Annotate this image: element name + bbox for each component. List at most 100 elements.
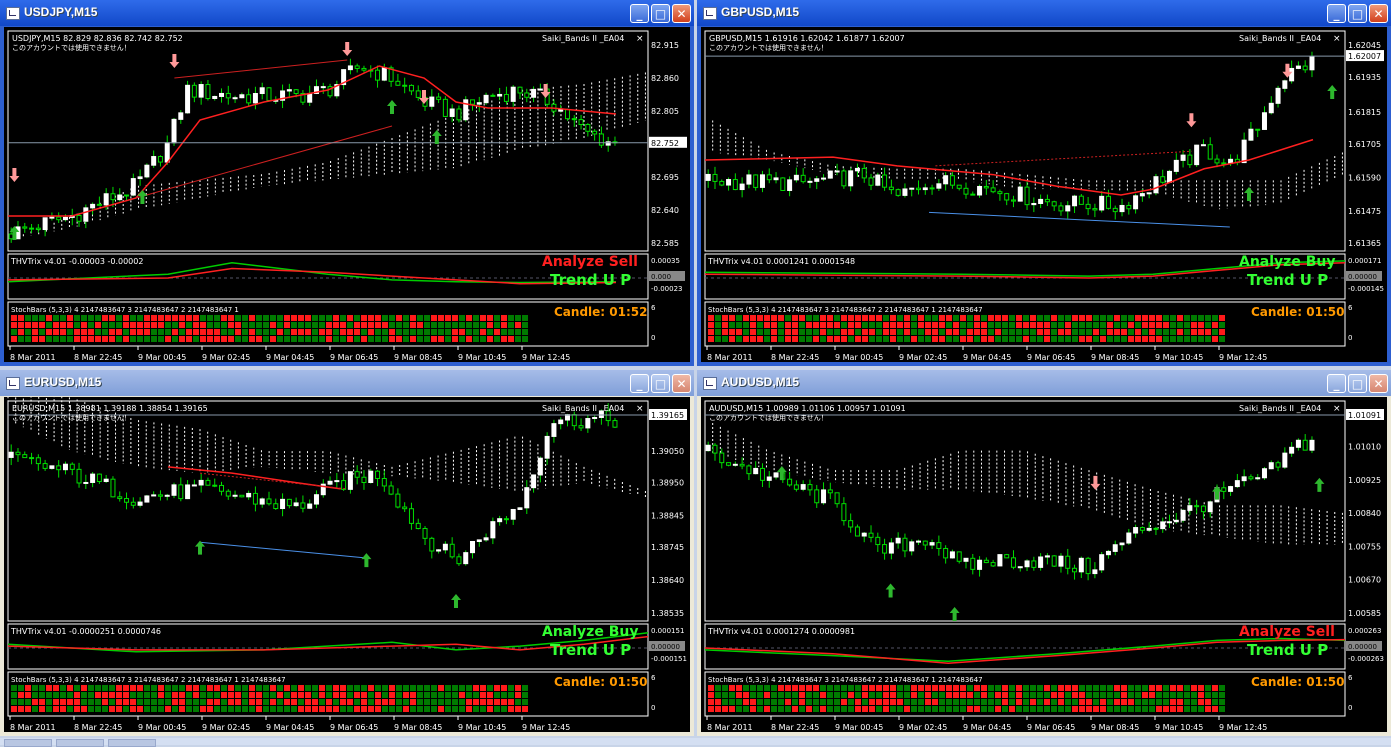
- close-button[interactable]: ✕: [1369, 374, 1388, 393]
- candle-body: [490, 521, 496, 539]
- taskbar-button[interactable]: [56, 739, 104, 747]
- candle-body: [286, 498, 292, 507]
- stoch-cell: [508, 699, 514, 705]
- stoch-cell: [1086, 685, 1092, 691]
- stoch-cell: [354, 329, 360, 335]
- stoch-cell: [298, 685, 304, 691]
- candle-body: [868, 532, 874, 538]
- stoch-cell: [305, 329, 311, 335]
- chart-area[interactable]: EURUSD,M15 1.38981 1.39188 1.38854 1.391…: [4, 397, 690, 732]
- stoch-cell: [1051, 315, 1057, 321]
- candle-body: [164, 142, 170, 163]
- stoch-cell: [18, 706, 24, 712]
- stoch-cell: [785, 685, 791, 691]
- close-button[interactable]: ✕: [672, 374, 691, 393]
- stoch-cell: [214, 329, 220, 335]
- audusd-window[interactable]: AUDUSD,M15 _ □ ✕ AUDUSD,M15 1.00989 1.0110…: [697, 370, 1391, 736]
- chart-area[interactable]: AUDUSD,M15 1.00989 1.01106 1.00957 1.010…: [701, 397, 1387, 732]
- eurusd-chart[interactable]: EURUSD,M15 1.38981 1.39188 1.38854 1.391…: [4, 397, 690, 732]
- chart-area[interactable]: GBPUSD,M15 1.61916 1.62042 1.61877 1.620…: [701, 27, 1387, 362]
- stoch-cell: [151, 329, 157, 335]
- taskbar-button[interactable]: [4, 739, 52, 747]
- stoch-cell: [1002, 322, 1008, 328]
- stoch-cell: [319, 692, 325, 698]
- gbpusd-window[interactable]: GBPUSD,M15 _ □ ✕ GBPUSD,M15 1.61916 1.6204…: [697, 0, 1391, 366]
- candle-body: [882, 174, 888, 188]
- stoch-cell: [736, 336, 742, 342]
- stoch-cell: [743, 685, 749, 691]
- stoch-cell: [1212, 685, 1218, 691]
- stoch-cell: [151, 685, 157, 691]
- stoch-cell: [1065, 315, 1071, 321]
- usdjpy-window[interactable]: USDJPY,M15 _ □ ✕ USDJPY,M15 82.829 82.836 …: [0, 0, 694, 366]
- title-bar[interactable]: EURUSD,M15 _ □ ✕: [0, 370, 694, 396]
- chart-area[interactable]: USDJPY,M15 82.829 82.836 82.742 82.752 この…: [4, 27, 690, 362]
- stoch-cell: [466, 315, 472, 321]
- candle-body: [909, 541, 915, 552]
- candle-body: [69, 463, 75, 470]
- symbol-info: USDJPY,M15 82.829 82.836 82.742 82.752: [12, 34, 183, 43]
- stoch-cell: [389, 329, 395, 335]
- stoch-cell: [771, 329, 777, 335]
- close-button[interactable]: ✕: [672, 4, 691, 23]
- stoch-cell: [897, 706, 903, 712]
- maximize-button[interactable]: □: [1348, 4, 1367, 23]
- maximize-button[interactable]: □: [651, 374, 670, 393]
- candle-body: [739, 183, 745, 191]
- usdjpy-chart[interactable]: USDJPY,M15 82.829 82.836 82.742 82.752この…: [4, 27, 690, 362]
- gbpusd-chart[interactable]: GBPUSD,M15 1.61916 1.62042 1.61877 1.620…: [701, 27, 1387, 362]
- candle-body: [1289, 67, 1295, 82]
- stoch-cell: [32, 706, 38, 712]
- stoch-scale: 6: [1348, 304, 1353, 312]
- stoch-cell: [1051, 329, 1057, 335]
- stoch-cell: [967, 692, 973, 698]
- stoch-cell: [953, 692, 959, 698]
- analyze-signal: Analyze Sell: [542, 254, 638, 270]
- stoch-cell: [799, 685, 805, 691]
- stoch-cell: [974, 692, 980, 698]
- time-label: 9 Mar 06:45: [330, 723, 378, 732]
- stoch-cell: [207, 322, 213, 328]
- candle-body: [1309, 439, 1315, 451]
- candle-body: [83, 481, 89, 484]
- maximize-button[interactable]: □: [651, 4, 670, 23]
- stoch-cell: [722, 692, 728, 698]
- stoch-cell: [459, 336, 465, 342]
- candle-body: [259, 87, 265, 95]
- stoch-cell: [946, 336, 952, 342]
- stoch-cell: [214, 699, 220, 705]
- candle-body: [1268, 102, 1274, 114]
- stoch-cell: [1044, 699, 1050, 705]
- stoch-cell: [1107, 322, 1113, 328]
- title-bar[interactable]: GBPUSD,M15 _ □ ✕: [697, 0, 1391, 26]
- stoch-cell: [382, 336, 388, 342]
- taskbar-button[interactable]: [108, 739, 156, 747]
- stoch-cell: [487, 699, 493, 705]
- stoch-cell: [186, 322, 192, 328]
- minimize-button[interactable]: _: [630, 374, 649, 393]
- minimize-button[interactable]: _: [1327, 4, 1346, 23]
- title-bar[interactable]: AUDUSD,M15 _ □ ✕: [697, 370, 1391, 396]
- candle-body: [949, 175, 955, 186]
- candle-body: [205, 479, 211, 486]
- stoch-cell: [424, 706, 430, 712]
- minimize-button[interactable]: _: [630, 4, 649, 23]
- audusd-chart[interactable]: AUDUSD,M15 1.00989 1.01106 1.00957 1.010…: [701, 397, 1387, 732]
- stoch-cell: [396, 336, 402, 342]
- stoch-cell: [897, 322, 903, 328]
- candle-body: [841, 503, 847, 522]
- stoch-cell: [827, 336, 833, 342]
- title-bar[interactable]: USDJPY,M15 _ □ ✕: [0, 0, 694, 26]
- stoch-cell: [186, 329, 192, 335]
- maximize-button[interactable]: □: [1348, 374, 1367, 393]
- stoch-cell: [946, 315, 952, 321]
- stoch-cell: [403, 699, 409, 705]
- window-title: USDJPY,M15: [24, 5, 98, 19]
- stoch-cell: [848, 699, 854, 705]
- candle-body: [1072, 195, 1078, 207]
- eurusd-window[interactable]: EURUSD,M15 _ □ ✕ EURUSD,M15 1.38981 1.3918…: [0, 370, 694, 736]
- close-button[interactable]: ✕: [1369, 4, 1388, 23]
- candle-body: [888, 542, 894, 554]
- minimize-button[interactable]: _: [1327, 374, 1346, 393]
- candle-body: [191, 484, 197, 487]
